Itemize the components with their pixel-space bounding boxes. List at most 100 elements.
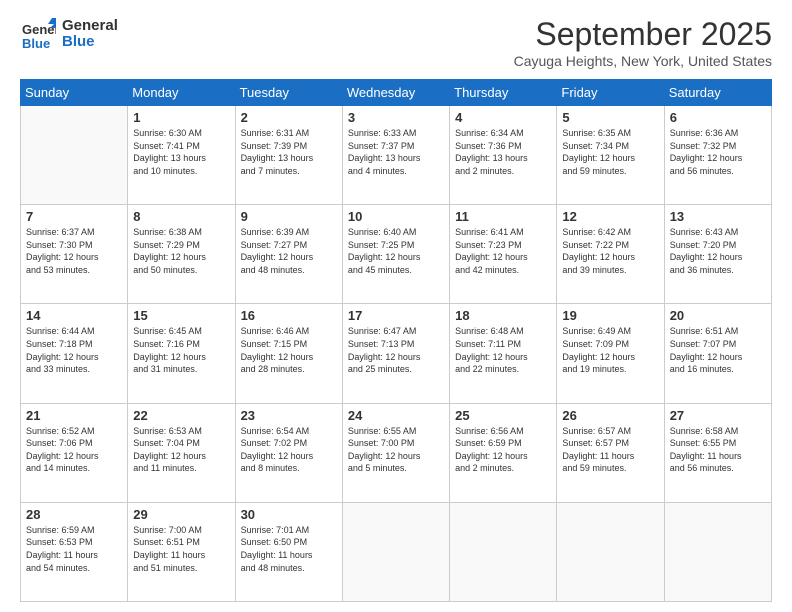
day-content: Sunrise: 6:38 AMSunset: 7:29 PMDaylight:…	[133, 226, 229, 276]
day-number: 25	[455, 408, 551, 423]
day-content: Sunrise: 6:52 AMSunset: 7:06 PMDaylight:…	[26, 425, 122, 475]
calendar-cell: 21 Sunrise: 6:52 AMSunset: 7:06 PMDayligh…	[21, 403, 128, 502]
calendar-cell: 6 Sunrise: 6:36 AMSunset: 7:32 PMDaylight…	[664, 106, 771, 205]
day-number: 23	[241, 408, 337, 423]
calendar-cell: 20 Sunrise: 6:51 AMSunset: 7:07 PMDayligh…	[664, 304, 771, 403]
calendar-cell: 25 Sunrise: 6:56 AMSunset: 6:59 PMDayligh…	[450, 403, 557, 502]
day-content: Sunrise: 6:51 AMSunset: 7:07 PMDaylight:…	[670, 325, 766, 375]
calendar-cell: 9Sunrise: 6:39 AMSunset: 7:27 PMDaylight…	[235, 205, 342, 304]
calendar-cell: 16Sunrise: 6:46 AMSunset: 7:15 PMDayligh…	[235, 304, 342, 403]
day-content: Sunrise: 6:34 AMSunset: 7:36 PMDaylight:…	[455, 127, 551, 177]
day-content: Sunrise: 6:57 AMSunset: 6:57 PMDaylight:…	[562, 425, 658, 475]
day-number: 18	[455, 308, 551, 323]
day-content: Sunrise: 6:53 AMSunset: 7:04 PMDaylight:…	[133, 425, 229, 475]
month-title: September 2025	[514, 16, 772, 53]
calendar-cell: 24 Sunrise: 6:55 AMSunset: 7:00 PMDayligh…	[342, 403, 449, 502]
calendar-cell: 5 Sunrise: 6:35 AMSunset: 7:34 PMDaylight…	[557, 106, 664, 205]
day-number: 29	[133, 507, 229, 522]
calendar-week-row: 21 Sunrise: 6:52 AMSunset: 7:06 PMDayligh…	[21, 403, 772, 502]
calendar-cell: 14 Sunrise: 6:44 AMSunset: 7:18 PMDayligh…	[21, 304, 128, 403]
day-number: 13	[670, 209, 766, 224]
day-content: Sunrise: 6:47 AMSunset: 7:13 PMDaylight:…	[348, 325, 444, 375]
weekday-header-saturday: Saturday	[664, 80, 771, 106]
logo: General Blue General Blue	[20, 16, 118, 52]
day-content: Sunrise: 6:35 AMSunset: 7:34 PMDaylight:…	[562, 127, 658, 177]
day-number: 9	[241, 209, 337, 224]
day-number: 15	[133, 308, 229, 323]
calendar-cell: 19 Sunrise: 6:49 AMSunset: 7:09 PMDayligh…	[557, 304, 664, 403]
calendar-cell: 28Sunrise: 6:59 AMSunset: 6:53 PMDayligh…	[21, 502, 128, 601]
weekday-header-wednesday: Wednesday	[342, 80, 449, 106]
day-content: Sunrise: 6:48 AMSunset: 7:11 PMDaylight:…	[455, 325, 551, 375]
svg-text:General: General	[22, 22, 56, 37]
weekday-header-thursday: Thursday	[450, 80, 557, 106]
day-content: Sunrise: 6:30 AMSunset: 7:41 PMDaylight:…	[133, 127, 229, 177]
day-number: 3	[348, 110, 444, 125]
day-content: Sunrise: 6:59 AMSunset: 6:53 PMDaylight:…	[26, 524, 122, 574]
calendar-cell: 18 Sunrise: 6:48 AMSunset: 7:11 PMDayligh…	[450, 304, 557, 403]
calendar-week-row: 14 Sunrise: 6:44 AMSunset: 7:18 PMDayligh…	[21, 304, 772, 403]
day-content: Sunrise: 6:54 AMSunset: 7:02 PMDaylight:…	[241, 425, 337, 475]
calendar-cell: 27 Sunrise: 6:58 AMSunset: 6:55 PMDayligh…	[664, 403, 771, 502]
calendar-table: SundayMondayTuesdayWednesdayThursdayFrid…	[20, 79, 772, 602]
calendar-cell: 11 Sunrise: 6:41 AMSunset: 7:23 PMDayligh…	[450, 205, 557, 304]
day-number: 11	[455, 209, 551, 224]
day-content: Sunrise: 6:41 AMSunset: 7:23 PMDaylight:…	[455, 226, 551, 276]
calendar-cell: 4 Sunrise: 6:34 AMSunset: 7:36 PMDaylight…	[450, 106, 557, 205]
day-number: 30	[241, 507, 337, 522]
day-number: 10	[348, 209, 444, 224]
day-content: Sunrise: 6:44 AMSunset: 7:18 PMDaylight:…	[26, 325, 122, 375]
logo-general: General	[62, 17, 118, 34]
day-content: Sunrise: 6:40 AMSunset: 7:25 PMDaylight:…	[348, 226, 444, 276]
day-content: Sunrise: 6:55 AMSunset: 7:00 PMDaylight:…	[348, 425, 444, 475]
calendar-cell	[342, 502, 449, 601]
day-content: Sunrise: 6:31 AMSunset: 7:39 PMDaylight:…	[241, 127, 337, 177]
day-number: 8	[133, 209, 229, 224]
location-subtitle: Cayuga Heights, New York, United States	[514, 53, 772, 69]
calendar-cell: 30 Sunrise: 7:01 AMSunset: 6:50 PMDayligh…	[235, 502, 342, 601]
day-number: 6	[670, 110, 766, 125]
calendar-cell: 2 Sunrise: 6:31 AMSunset: 7:39 PMDaylight…	[235, 106, 342, 205]
calendar-cell	[21, 106, 128, 205]
weekday-header-friday: Friday	[557, 80, 664, 106]
day-content: Sunrise: 6:43 AMSunset: 7:20 PMDaylight:…	[670, 226, 766, 276]
weekday-header-sunday: Sunday	[21, 80, 128, 106]
logo-blue: Blue	[62, 33, 95, 50]
calendar-week-row: 7Sunrise: 6:37 AMSunset: 7:30 PMDaylight…	[21, 205, 772, 304]
day-content: Sunrise: 6:33 AMSunset: 7:37 PMDaylight:…	[348, 127, 444, 177]
day-number: 20	[670, 308, 766, 323]
calendar-cell: 26Sunrise: 6:57 AMSunset: 6:57 PMDayligh…	[557, 403, 664, 502]
day-content: Sunrise: 6:42 AMSunset: 7:22 PMDaylight:…	[562, 226, 658, 276]
day-number: 7	[26, 209, 122, 224]
calendar-cell: 22Sunrise: 6:53 AMSunset: 7:04 PMDayligh…	[128, 403, 235, 502]
day-content: Sunrise: 6:58 AMSunset: 6:55 PMDaylight:…	[670, 425, 766, 475]
logo-icon: General Blue	[20, 16, 56, 52]
day-number: 19	[562, 308, 658, 323]
calendar-cell: 17 Sunrise: 6:47 AMSunset: 7:13 PMDayligh…	[342, 304, 449, 403]
calendar-cell: 12Sunrise: 6:42 AMSunset: 7:22 PMDayligh…	[557, 205, 664, 304]
day-number: 14	[26, 308, 122, 323]
day-content: Sunrise: 6:36 AMSunset: 7:32 PMDaylight:…	[670, 127, 766, 177]
day-content: Sunrise: 6:45 AMSunset: 7:16 PMDaylight:…	[133, 325, 229, 375]
day-number: 27	[670, 408, 766, 423]
title-block: September 2025 Cayuga Heights, New York,…	[514, 16, 772, 69]
weekday-header-row: SundayMondayTuesdayWednesdayThursdayFrid…	[21, 80, 772, 106]
day-number: 4	[455, 110, 551, 125]
day-number: 5	[562, 110, 658, 125]
day-number: 17	[348, 308, 444, 323]
day-number: 2	[241, 110, 337, 125]
day-number: 24	[348, 408, 444, 423]
day-content: Sunrise: 6:49 AMSunset: 7:09 PMDaylight:…	[562, 325, 658, 375]
header: General Blue General Blue September 2025…	[20, 16, 772, 69]
day-number: 1	[133, 110, 229, 125]
day-number: 21	[26, 408, 122, 423]
calendar-cell: 23 Sunrise: 6:54 AMSunset: 7:02 PMDayligh…	[235, 403, 342, 502]
calendar-cell: 13 Sunrise: 6:43 AMSunset: 7:20 PMDayligh…	[664, 205, 771, 304]
day-content: Sunrise: 6:56 AMSunset: 6:59 PMDaylight:…	[455, 425, 551, 475]
calendar-cell: 29Sunrise: 7:00 AMSunset: 6:51 PMDayligh…	[128, 502, 235, 601]
calendar-cell	[450, 502, 557, 601]
day-content: Sunrise: 7:01 AMSunset: 6:50 PMDaylight:…	[241, 524, 337, 574]
calendar-cell	[664, 502, 771, 601]
calendar-week-row: 1 Sunrise: 6:30 AMSunset: 7:41 PMDaylight…	[21, 106, 772, 205]
calendar-cell	[557, 502, 664, 601]
